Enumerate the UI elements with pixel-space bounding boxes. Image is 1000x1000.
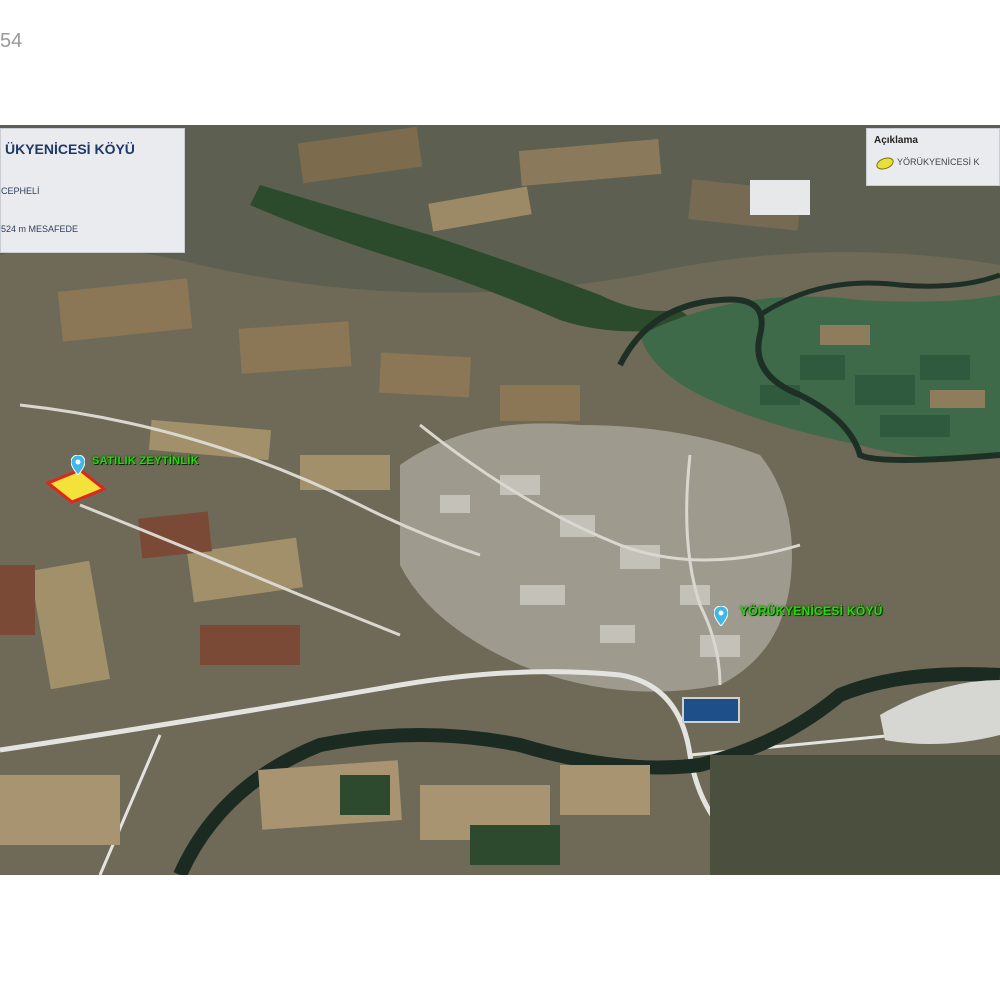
greenhouses bbox=[750, 180, 810, 215]
map-pin-icon[interactable] bbox=[714, 606, 728, 626]
olive-grove bbox=[710, 755, 1000, 875]
info-line-facade: CEPHELİ bbox=[1, 186, 40, 196]
reservoir bbox=[682, 697, 740, 723]
legend-swatch bbox=[874, 155, 896, 172]
legend-panel: Açıklama YÖRÜKYENİCESİ K bbox=[866, 128, 1000, 186]
legend-title: Açıklama bbox=[874, 135, 918, 146]
village-label: YÖRÜKYENİCESİ KÖYÜ bbox=[740, 604, 883, 618]
legend-item-label: YÖRÜKYENİCESİ K bbox=[897, 157, 980, 167]
info-panel: ÜKYENİCESİ KÖYÜ CEPHELİ 524 m MESAFEDE bbox=[0, 128, 185, 253]
info-title: ÜKYENİCESİ KÖYÜ bbox=[5, 141, 135, 157]
page-number-label: 54 bbox=[0, 30, 23, 52]
parcel-label: SATILIK ZEYTİNLİK bbox=[92, 455, 199, 467]
info-line-distance: 524 m MESAFEDE bbox=[1, 224, 79, 234]
map-pin-icon[interactable] bbox=[71, 455, 85, 475]
